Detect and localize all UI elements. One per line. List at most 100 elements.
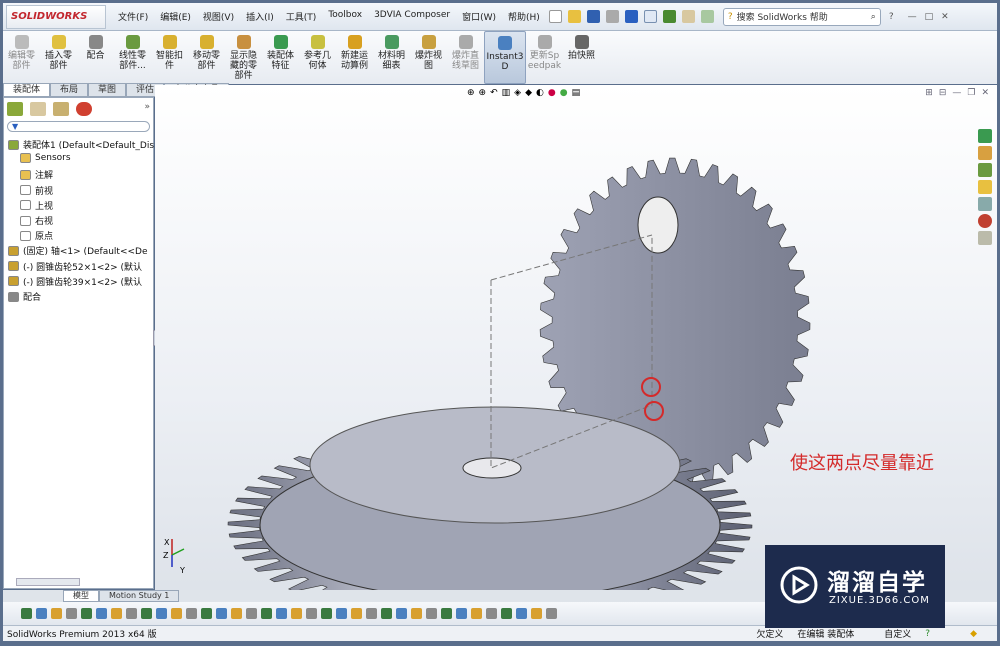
tag-icon[interactable]: ◆ bbox=[970, 629, 977, 639]
toolbar-tool-icon[interactable] bbox=[201, 608, 212, 619]
viewport-minimize-icon[interactable]: — bbox=[952, 88, 961, 98]
viewport-close-icon[interactable]: ✕ bbox=[981, 88, 989, 98]
menu-item[interactable]: 帮助(H) bbox=[502, 10, 546, 23]
file-explorer-icon[interactable] bbox=[978, 180, 992, 194]
toolbar-tool-icon[interactable] bbox=[441, 608, 452, 619]
menu-item[interactable]: 文件(F) bbox=[112, 10, 154, 23]
menu-item[interactable]: 窗口(W) bbox=[456, 10, 502, 23]
command-button[interactable]: 材料明细表 bbox=[373, 31, 410, 84]
command-button[interactable]: 线性零部件... bbox=[114, 31, 151, 84]
toolbar-tool-icon[interactable] bbox=[396, 608, 407, 619]
view-orientation-icon[interactable]: ◈ bbox=[514, 88, 521, 98]
tree-item[interactable]: (-) 圆锥齿轮39×1<2> (默认 bbox=[8, 275, 142, 288]
help-menu-icon[interactable]: ? bbox=[889, 12, 894, 22]
home-icon[interactable] bbox=[978, 146, 992, 160]
display-style-icon[interactable]: ◆ bbox=[525, 88, 532, 98]
zoom-to-fit-icon[interactable]: ⊕ bbox=[467, 88, 475, 98]
command-button[interactable]: 编辑零部件 bbox=[3, 31, 40, 84]
select-icon[interactable] bbox=[643, 10, 657, 23]
toolbar-tool-icon[interactable] bbox=[216, 608, 227, 619]
new-file-icon[interactable] bbox=[548, 10, 562, 23]
view-settings-icon[interactable]: ▤ bbox=[572, 88, 581, 98]
toolbar-tool-icon[interactable] bbox=[471, 608, 482, 619]
filter-input[interactable]: ▼ bbox=[7, 121, 150, 132]
toolbar-tool-icon[interactable] bbox=[261, 608, 272, 619]
command-button[interactable]: 参考几何体 bbox=[299, 31, 336, 84]
toolbar-tool-icon[interactable] bbox=[321, 608, 332, 619]
tree-item[interactable]: 注解 bbox=[20, 168, 53, 181]
resources-icon[interactable] bbox=[978, 129, 992, 143]
toolbar-tool-icon[interactable] bbox=[411, 608, 422, 619]
bottom-tab-1[interactable]: Motion Study 1 bbox=[99, 590, 180, 602]
previous-view-icon[interactable]: ↶ bbox=[490, 88, 498, 98]
menu-item[interactable]: Toolbox bbox=[322, 10, 368, 23]
command-button[interactable]: 显示隐藏的零部件 bbox=[225, 31, 262, 84]
toolbar-tool-icon[interactable] bbox=[231, 608, 242, 619]
split-view2-icon[interactable]: ⊟ bbox=[939, 88, 947, 98]
appearances-icon[interactable] bbox=[978, 214, 992, 228]
maximize-icon[interactable]: □ bbox=[925, 12, 934, 22]
tree-item[interactable]: (固定) 轴<1> (Default<<De bbox=[8, 244, 148, 257]
menu-item[interactable]: 3DVIA Composer bbox=[368, 10, 456, 23]
toolbar-tool-icon[interactable] bbox=[306, 608, 317, 619]
tree-item[interactable]: 前视 bbox=[20, 184, 53, 197]
open-folder-icon[interactable] bbox=[567, 10, 581, 23]
zoom-area-icon[interactable]: ⊕ bbox=[479, 88, 487, 98]
search-icon[interactable]: ⌕ bbox=[871, 12, 876, 22]
toolbar-tool-icon[interactable] bbox=[426, 608, 437, 619]
units-selector[interactable]: 自定义 bbox=[884, 627, 911, 640]
bottom-tab-0[interactable]: 模型 bbox=[63, 590, 99, 602]
toolbar-tool-icon[interactable] bbox=[246, 608, 257, 619]
toolbar-tool-icon[interactable] bbox=[531, 608, 542, 619]
toolbar-tool-icon[interactable] bbox=[381, 608, 392, 619]
toolbar-tool-icon[interactable] bbox=[276, 608, 287, 619]
print-icon[interactable] bbox=[605, 10, 619, 23]
help-icon[interactable]: ? bbox=[925, 629, 930, 639]
toolbar-tool-icon[interactable] bbox=[516, 608, 527, 619]
toolbar-tool-icon[interactable] bbox=[36, 608, 47, 619]
toolbar-tool-icon[interactable] bbox=[81, 608, 92, 619]
tree-item[interactable]: 配合 bbox=[8, 290, 41, 303]
tree-item[interactable]: (-) 圆锥齿轮52×1<2> (默认 bbox=[8, 260, 142, 273]
toolbar-tool-icon[interactable] bbox=[546, 608, 557, 619]
toolbar-tool-icon[interactable] bbox=[171, 608, 182, 619]
custom-properties-icon[interactable] bbox=[978, 231, 992, 245]
command-button[interactable]: 配合 bbox=[77, 31, 114, 84]
rebuild-icon[interactable] bbox=[662, 10, 676, 23]
menu-item[interactable]: 编辑(E) bbox=[154, 10, 197, 23]
view-palette-icon[interactable] bbox=[978, 197, 992, 211]
section-view-icon[interactable]: ▥ bbox=[502, 88, 511, 98]
toolbar-tool-icon[interactable] bbox=[51, 608, 62, 619]
toolbar-tool-icon[interactable] bbox=[351, 608, 362, 619]
split-view-icon[interactable]: ⊞ bbox=[925, 88, 933, 98]
tree-item[interactable]: 装配体1 (Default<Default_Dis bbox=[8, 138, 154, 151]
solidworks-logo[interactable]: SOLIDWORKS bbox=[6, 4, 106, 29]
toolbar-tool-icon[interactable] bbox=[156, 608, 167, 619]
feature-tree-icon[interactable] bbox=[7, 102, 23, 116]
display-manager-icon[interactable] bbox=[76, 102, 92, 116]
expand-chevron-icon[interactable]: » bbox=[144, 102, 150, 116]
toolbar-tool-icon[interactable] bbox=[21, 608, 32, 619]
toolbar-tool-icon[interactable] bbox=[366, 608, 377, 619]
options-icon[interactable] bbox=[700, 10, 714, 23]
tree-item[interactable]: 右视 bbox=[20, 214, 53, 227]
help-search-input[interactable]: ? 搜索 SolidWorks 帮助 ⌕ bbox=[722, 7, 881, 26]
appearance-icon[interactable]: ● bbox=[548, 88, 556, 98]
command-button[interactable]: 爆炸视图 bbox=[410, 31, 447, 84]
toolbar-tool-icon[interactable] bbox=[96, 608, 107, 619]
command-button[interactable]: 新建运动算例 bbox=[336, 31, 373, 84]
toolbar-tool-icon[interactable] bbox=[486, 608, 497, 619]
toolbar-tool-icon[interactable] bbox=[111, 608, 122, 619]
file-properties-icon[interactable] bbox=[681, 10, 695, 23]
toolbar-tool-icon[interactable] bbox=[66, 608, 77, 619]
configuration-icon[interactable] bbox=[53, 102, 69, 116]
menu-item[interactable]: 工具(T) bbox=[280, 10, 323, 23]
save-icon[interactable] bbox=[586, 10, 600, 23]
tab-2[interactable]: 草图 bbox=[88, 83, 127, 97]
toolbar-tool-icon[interactable] bbox=[501, 608, 512, 619]
command-button[interactable]: 智能扣件 bbox=[151, 31, 188, 84]
minimize-icon[interactable]: — bbox=[908, 12, 917, 22]
scene-icon[interactable]: ● bbox=[560, 88, 568, 98]
tab-0[interactable]: 装配体 bbox=[3, 83, 51, 97]
command-button[interactable]: 移动零部件 bbox=[188, 31, 225, 84]
